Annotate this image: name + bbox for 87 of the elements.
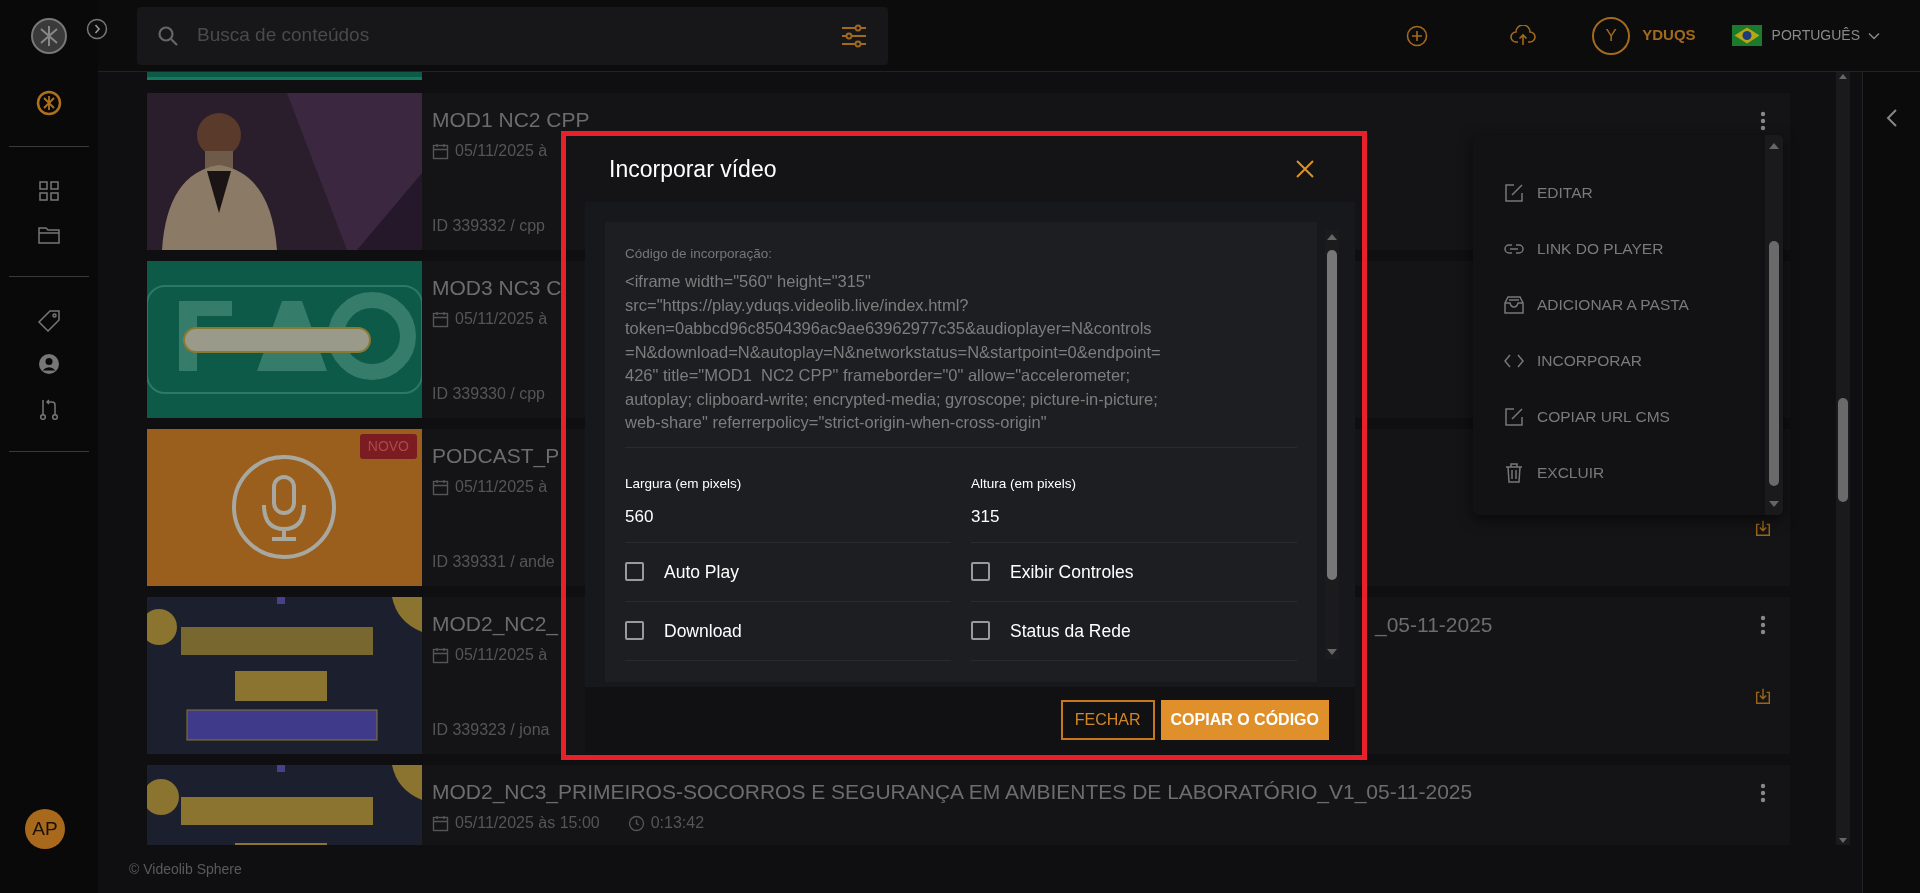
language-selector[interactable]: PORTUGUÊS	[1771, 25, 1860, 46]
checkbox[interactable]	[971, 562, 990, 582]
video-id: ID 339323 / jona	[432, 720, 550, 740]
menu-item[interactable]: EDITAR	[1473, 165, 1765, 221]
more-icon[interactable]	[1760, 615, 1766, 635]
more-icon[interactable]	[1760, 783, 1766, 803]
checkbox[interactable]	[625, 621, 644, 641]
calendar-icon	[432, 142, 449, 160]
calendar-icon	[432, 310, 449, 328]
user-avatar[interactable]: Y	[1592, 16, 1631, 55]
tag-icon[interactable]	[37, 309, 61, 333]
branch-icon[interactable]	[38, 397, 60, 421]
tray-icon	[1503, 294, 1525, 316]
search-icon	[157, 24, 179, 47]
checkbox-label[interactable]: Download	[664, 617, 742, 644]
scrollbar-thumb[interactable]	[1838, 398, 1848, 502]
video-date: 05/11/2025 à	[455, 309, 548, 329]
code-textarea[interactable]: <iframe width="560" height="315" src="https://play.yduqs.videolib.live/index.html? token=0abbcd96c8504396ac9ae63962977c35&audioplayer=N&controls =N&download=N&autoplay=N&networkstatus=N&startpoint=0&endpoint= 426" title="MOD1 NC2 CPP" frameborder="0" allow="accelerometer; autoplay; clipboard-write; encrypted-media; gyroscope; picture-in-picture; web-share" referrerpolicy="strict-origin-when-cross-origin"	[625, 270, 1297, 435]
scroll-up-icon[interactable]	[1327, 234, 1337, 240]
menu-scrollbar[interactable]	[1765, 135, 1783, 515]
logo-icon[interactable]	[30, 17, 68, 55]
video-id: ID 339330 / cpp	[432, 384, 545, 404]
scrollbar-thumb[interactable]	[1769, 241, 1779, 486]
add-icon[interactable]	[1406, 24, 1429, 47]
video-title[interactable]: MOD2_NC2_	[432, 608, 559, 640]
scroll-down-icon[interactable]	[1327, 649, 1337, 655]
more-icon[interactable]	[1760, 111, 1766, 131]
scroll-up-icon[interactable]	[1839, 74, 1847, 79]
grid-icon[interactable]	[38, 180, 60, 202]
video-date: 05/11/2025 às 15:00	[455, 813, 600, 833]
scrollbar[interactable]	[1836, 72, 1850, 845]
modal-title: Incorporar vídeo	[609, 154, 777, 184]
menu-item[interactable]: INCORPORAR	[1473, 333, 1765, 389]
video-title[interactable]: _05-11-2025	[1375, 609, 1493, 641]
chevron-left-icon[interactable]	[1885, 108, 1898, 128]
chevron-down-icon[interactable]	[1868, 31, 1880, 40]
close-icon[interactable]	[1295, 159, 1315, 179]
expand-icon[interactable]	[86, 18, 108, 40]
modal-scrollbar[interactable]	[1325, 230, 1339, 659]
user-icon[interactable]	[38, 353, 60, 375]
number-field[interactable]: 560	[625, 504, 951, 530]
user-name[interactable]: YDUQS	[1642, 24, 1696, 47]
scrollbar-thumb[interactable]	[1327, 250, 1337, 580]
number-field[interactable]: 315	[971, 504, 1297, 530]
copyright-text: © Videolib Sphere	[129, 859, 242, 879]
edit-icon	[1503, 182, 1525, 204]
menu-item[interactable]: EXCLUIR	[1473, 445, 1765, 501]
avatar[interactable]: AP	[25, 809, 65, 849]
video-duration: 0:13:42	[650, 813, 705, 833]
calendar-icon	[432, 646, 449, 664]
logo-icon[interactable]	[36, 90, 62, 116]
edit-icon	[1503, 406, 1525, 428]
trash-icon	[1503, 462, 1525, 484]
video-title[interactable]: PODCAST_P	[432, 440, 560, 472]
brazil-flag-icon	[1731, 25, 1762, 46]
video-date: 05/11/2025 à	[455, 141, 548, 161]
folder-icon[interactable]	[37, 224, 61, 246]
checkbox[interactable]	[971, 621, 990, 641]
menu-item[interactable]: LINK DO PLAYER	[1473, 221, 1765, 277]
scroll-up-icon[interactable]	[1769, 143, 1779, 149]
filter-icon[interactable]	[840, 23, 868, 48]
clock-icon	[627, 814, 645, 832]
video-id: ID 339332 / cpp	[432, 216, 545, 236]
menu-item[interactable]: ADICIONAR A PASTA	[1473, 277, 1765, 333]
checkbox-label[interactable]: Exibir Controles	[1010, 558, 1134, 585]
field-label: Largura (em pixels)	[625, 475, 743, 493]
video-date: 05/11/2025 à	[455, 477, 548, 497]
field-label: Código de incorporação:	[625, 245, 774, 263]
video-id: ID 339331 / ande	[432, 552, 555, 572]
scroll-down-icon[interactable]	[1769, 501, 1779, 507]
upload-icon[interactable]	[1510, 24, 1537, 47]
calendar-icon	[432, 814, 449, 832]
checkbox[interactable]	[625, 562, 644, 582]
menu-item[interactable]: COPIAR URL CMS	[1473, 389, 1765, 445]
close-button[interactable]: FECHAR	[1060, 700, 1155, 740]
download-icon[interactable]	[1754, 687, 1772, 705]
video-title[interactable]: MOD1 NC2 CPP	[432, 104, 590, 136]
calendar-icon	[432, 478, 449, 496]
checkbox-label[interactable]: Auto Play	[664, 558, 739, 585]
download-icon[interactable]	[1754, 519, 1772, 537]
checkbox-label[interactable]: Status da Rede	[1010, 617, 1131, 644]
field-label: Altura (em pixels)	[971, 475, 1078, 493]
video-title[interactable]: MOD2_NC3_PRIMEIROS-SOCORROS E SEGURANÇA EM AMBIENTES DE LABORATÓRIO_V1_05-11-2025	[432, 776, 1473, 808]
scroll-down-icon[interactable]	[1839, 838, 1847, 843]
copy-code-button[interactable]: COPIAR O CÓDIGO	[1160, 700, 1329, 740]
video-title[interactable]: MOD3 NC3 C	[432, 272, 562, 304]
video-date: 05/11/2025 à	[455, 645, 548, 665]
